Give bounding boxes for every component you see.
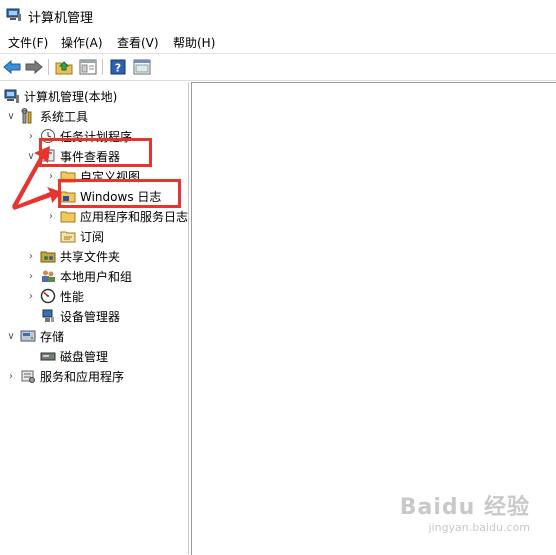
annotation-arrows: [12, 146, 62, 210]
watermark-url: jingyan.baidu.com: [428, 521, 530, 534]
watermark: Baidu 经验 jingyan.baidu.com: [400, 489, 530, 534]
watermark-brand: Baidu 经验: [399, 495, 530, 520]
